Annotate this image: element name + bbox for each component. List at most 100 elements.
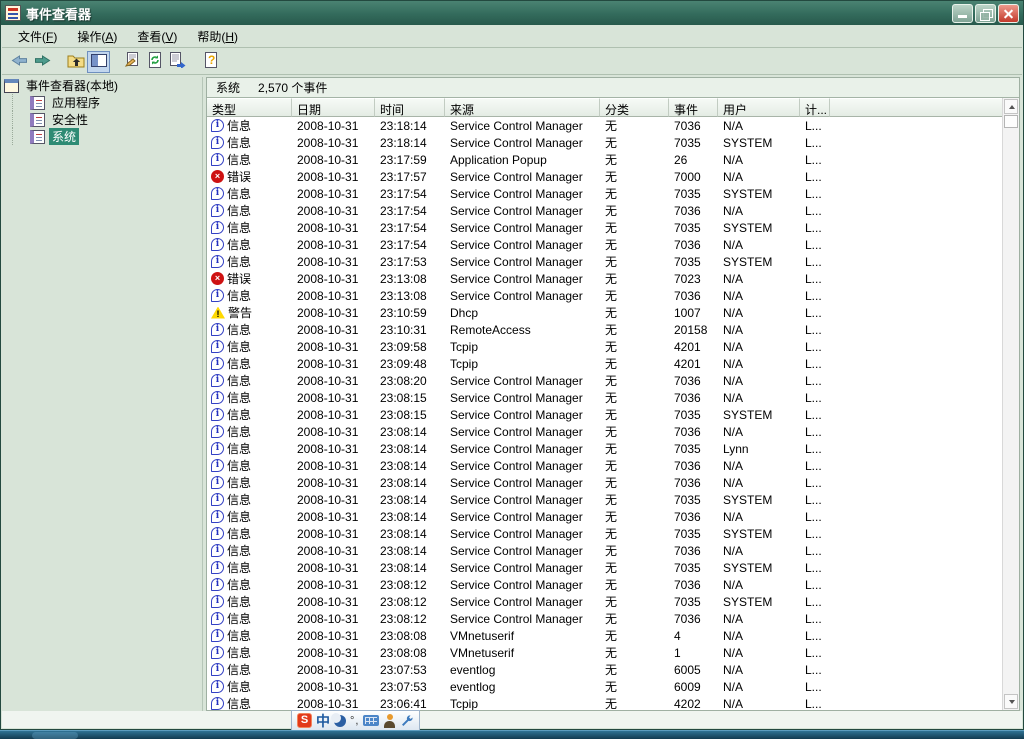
event-row[interactable]: 警告2008-10-3123:10:59Dhcp无1007N/AL...: [207, 304, 1002, 321]
cell-category: 无: [600, 474, 669, 491]
cell-type: 信息: [207, 678, 292, 695]
export-list-button[interactable]: [166, 51, 189, 73]
event-row[interactable]: 信息2008-10-3123:18:14Service Control Mana…: [207, 134, 1002, 151]
column-header-5[interactable]: 事件: [669, 98, 718, 117]
event-row[interactable]: 信息2008-10-3123:07:53eventlog无6009N/AL...: [207, 678, 1002, 695]
tree-item-1[interactable]: 安全性: [4, 111, 202, 128]
user-icon[interactable]: [383, 714, 396, 728]
cell-time: 23:17:54: [375, 238, 445, 252]
column-header-7[interactable]: 计...: [800, 98, 830, 117]
title-bar[interactable]: 事件查看器: [1, 1, 1023, 25]
menu-file[interactable]: 文件(F): [8, 26, 67, 47]
event-row[interactable]: 信息2008-10-3123:13:08Service Control Mana…: [207, 287, 1002, 304]
cell-type: 错误: [207, 168, 292, 185]
cell-user: N/A: [718, 340, 800, 354]
menu-help[interactable]: 帮助(H): [187, 26, 248, 47]
cell-user: N/A: [718, 425, 800, 439]
back-arrow-icon: [11, 53, 28, 71]
event-row[interactable]: 信息2008-10-3123:08:14Service Control Mana…: [207, 559, 1002, 576]
cell-time: 23:13:08: [375, 272, 445, 286]
sogou-logo-icon[interactable]: S: [297, 713, 312, 728]
cell-date: 2008-10-31: [292, 646, 375, 660]
tools-wrench-icon[interactable]: [400, 714, 414, 728]
cell-computer: L...: [800, 459, 830, 473]
properties-button[interactable]: [120, 51, 143, 73]
help-button[interactable]: ?: [199, 51, 222, 73]
forward-button[interactable]: [31, 51, 54, 73]
tree-item-2[interactable]: 系统: [4, 128, 202, 145]
column-header-3[interactable]: 来源: [445, 98, 600, 117]
event-row[interactable]: 信息2008-10-3123:08:14Service Control Mana…: [207, 491, 1002, 508]
close-button[interactable]: [998, 4, 1019, 23]
event-row[interactable]: 信息2008-10-3123:08:14Service Control Mana…: [207, 423, 1002, 440]
column-header-2[interactable]: 时间: [375, 98, 445, 117]
event-row[interactable]: 信息2008-10-3123:17:53Service Control Mana…: [207, 253, 1002, 270]
column-header-6[interactable]: 用户: [718, 98, 800, 117]
show-hide-console-tree-button[interactable]: [87, 51, 110, 73]
event-row[interactable]: 信息2008-10-3123:08:14Service Control Mana…: [207, 457, 1002, 474]
vertical-scrollbar[interactable]: [1002, 98, 1019, 710]
info-event-icon: [211, 238, 224, 251]
event-row[interactable]: 信息2008-10-3123:08:12Service Control Mana…: [207, 576, 1002, 593]
event-row[interactable]: 信息2008-10-3123:08:15Service Control Mana…: [207, 406, 1002, 423]
cell-user: SYSTEM: [718, 136, 800, 150]
event-type-label: 信息: [227, 236, 251, 253]
event-row[interactable]: 信息2008-10-3123:08:14Service Control Mana…: [207, 525, 1002, 542]
cell-type: 信息: [207, 236, 292, 253]
event-row[interactable]: 信息2008-10-3123:17:59Application Popup无26…: [207, 151, 1002, 168]
cell-source: Service Control Manager: [445, 459, 600, 473]
event-row[interactable]: 信息2008-10-3123:17:54Service Control Mana…: [207, 202, 1002, 219]
column-header-0[interactable]: 类型: [207, 98, 292, 117]
punctuation-mode-icon[interactable]: °,: [350, 715, 359, 727]
event-row[interactable]: 信息2008-10-3123:08:14Service Control Mana…: [207, 508, 1002, 525]
menu-view[interactable]: 查看(V): [127, 26, 187, 47]
event-row[interactable]: 信息2008-10-3123:08:14Service Control Mana…: [207, 474, 1002, 491]
scroll-up-button[interactable]: [1004, 99, 1018, 114]
cell-date: 2008-10-31: [292, 544, 375, 558]
console-tree-panel-icon: [91, 54, 107, 70]
cell-type: 信息: [207, 253, 292, 270]
column-header-4[interactable]: 分类: [600, 98, 669, 117]
event-row[interactable]: 信息2008-10-3123:08:08VMnetuserif无1N/AL...: [207, 644, 1002, 661]
event-row[interactable]: 错误2008-10-3123:13:08Service Control Mana…: [207, 270, 1002, 287]
event-row[interactable]: 信息2008-10-3123:07:53eventlog无6005N/AL...: [207, 661, 1002, 678]
folder-up-icon: [67, 53, 85, 71]
cell-category: 无: [600, 253, 669, 270]
event-row[interactable]: 信息2008-10-3123:09:58Tcpip无4201N/AL...: [207, 338, 1002, 355]
cell-time: 23:07:53: [375, 663, 445, 677]
taskbar-edge[interactable]: [0, 730, 1024, 739]
event-row[interactable]: 信息2008-10-3123:08:12Service Control Mana…: [207, 610, 1002, 627]
event-row[interactable]: 信息2008-10-3123:17:54Service Control Mana…: [207, 185, 1002, 202]
event-row[interactable]: 信息2008-10-3123:08:08VMnetuserif无4N/AL...: [207, 627, 1002, 644]
event-row[interactable]: 信息2008-10-3123:06:41Tcpip无4202N/AL...: [207, 695, 1002, 710]
cell-computer: L...: [800, 119, 830, 133]
event-row[interactable]: 信息2008-10-3123:09:48Tcpip无4201N/AL...: [207, 355, 1002, 372]
tree-item-root[interactable]: 事件查看器(本地): [4, 77, 202, 94]
up-one-level-button[interactable]: [64, 51, 87, 73]
event-row[interactable]: 信息2008-10-3123:08:14Service Control Mana…: [207, 440, 1002, 457]
menu-action[interactable]: 操作(A): [67, 26, 127, 47]
cell-computer: L...: [800, 578, 830, 592]
scrollbar-thumb[interactable]: [1004, 115, 1018, 128]
event-row[interactable]: 信息2008-10-3123:10:31RemoteAccess无20158N/…: [207, 321, 1002, 338]
column-header-1[interactable]: 日期: [292, 98, 375, 117]
event-row[interactable]: 信息2008-10-3123:08:12Service Control Mana…: [207, 593, 1002, 610]
restore-button[interactable]: [975, 4, 996, 23]
event-row[interactable]: 错误2008-10-3123:17:57Service Control Mana…: [207, 168, 1002, 185]
back-button[interactable]: [8, 51, 31, 73]
scroll-down-button[interactable]: [1004, 694, 1018, 709]
event-row[interactable]: 信息2008-10-3123:08:14Service Control Mana…: [207, 542, 1002, 559]
tree-item-label: 系统: [49, 128, 79, 145]
full-half-width-icon[interactable]: [334, 715, 346, 727]
event-row[interactable]: 信息2008-10-3123:18:14Service Control Mana…: [207, 117, 1002, 134]
cell-user: N/A: [718, 646, 800, 660]
tree-item-0[interactable]: 应用程序: [4, 94, 202, 111]
soft-keyboard-icon[interactable]: [363, 715, 379, 726]
event-row[interactable]: 信息2008-10-3123:17:54Service Control Mana…: [207, 219, 1002, 236]
event-row[interactable]: 信息2008-10-3123:08:15Service Control Mana…: [207, 389, 1002, 406]
event-row[interactable]: 信息2008-10-3123:17:54Service Control Mana…: [207, 236, 1002, 253]
refresh-button[interactable]: [143, 51, 166, 73]
chinese-mode-icon[interactable]: 中: [316, 711, 330, 731]
minimize-button[interactable]: [952, 4, 973, 23]
event-row[interactable]: 信息2008-10-3123:08:20Service Control Mana…: [207, 372, 1002, 389]
